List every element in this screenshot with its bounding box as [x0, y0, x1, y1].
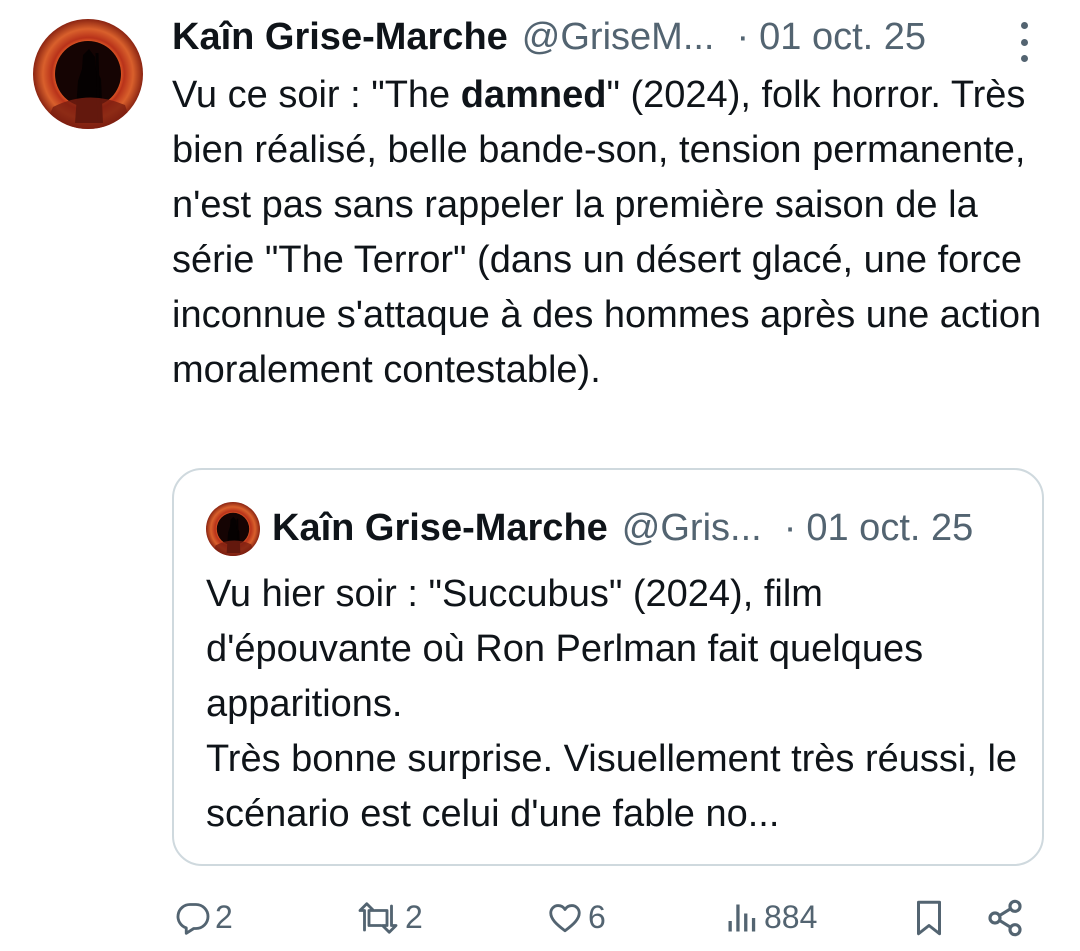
quoted-header-separator: · [783, 506, 797, 549]
views-icon [728, 904, 756, 931]
bookmark-icon [917, 900, 941, 936]
tweet-text: Vu ce soir : "The damned" (2024), folk h… [172, 68, 1052, 398]
reply-button[interactable]: 2 [175, 899, 233, 936]
quoted-text-line: Très bonne surprise. Visuellement très r… [206, 738, 1018, 835]
share-button[interactable] [985, 898, 1025, 938]
tweet[interactable]: Kaîn Grise-Marche @GriseM... · 01 oct. 2… [0, 0, 1080, 951]
more-vertical-icon[interactable] [1012, 22, 1036, 62]
quoted-tweet[interactable]: Kaîn Grise-Marche @Gris... · 01 oct. 25 … [172, 468, 1044, 866]
quoted-author-handle: @Gris... [621, 506, 762, 549]
quoted-author-name: Kaîn Grise-Marche [272, 506, 608, 549]
reply-count: 2 [215, 899, 233, 935]
author-name[interactable]: Kaîn Grise-Marche [172, 16, 508, 59]
repost-icon [358, 901, 398, 934]
header-separator: · [736, 15, 750, 58]
action-bar: 2 2 6 884 [0, 894, 1080, 944]
quoted-text-line: Vu hier soir : "Succubus" (2024), film d… [206, 573, 924, 725]
reply-icon [176, 902, 210, 935]
tweet-text-part: Vu ce soir : "The [172, 74, 461, 116]
views-count: 884 [764, 899, 818, 935]
like-button[interactable]: 6 [546, 899, 606, 936]
views-button[interactable]: 884 [724, 899, 817, 936]
repost-count: 2 [405, 899, 423, 935]
tweet-text-part: " (2024), folk horror. Très bien réalisé… [172, 74, 1042, 391]
like-count: 6 [588, 899, 606, 935]
tweet-text-bold: damned [460, 74, 607, 116]
heart-icon [549, 903, 581, 932]
quoted-tweet-date: 01 oct. 25 [806, 506, 974, 549]
share-icon [988, 899, 1022, 937]
author-handle[interactable]: @GriseM... [522, 16, 715, 59]
bookmark-button[interactable] [911, 898, 947, 938]
quoted-author-avatar [206, 502, 260, 556]
quoted-tweet-header: Kaîn Grise-Marche @Gris... · 01 oct. 25 [272, 505, 973, 551]
tweet-date[interactable]: 01 oct. 25 [759, 16, 926, 59]
author-avatar[interactable] [33, 19, 143, 129]
tweet-header: Kaîn Grise-Marche @GriseM... · 01 oct. 2… [172, 14, 926, 60]
repost-button[interactable]: 2 [355, 899, 423, 936]
quoted-tweet-text: Vu hier soir : "Succubus" (2024), film d… [206, 567, 1026, 842]
